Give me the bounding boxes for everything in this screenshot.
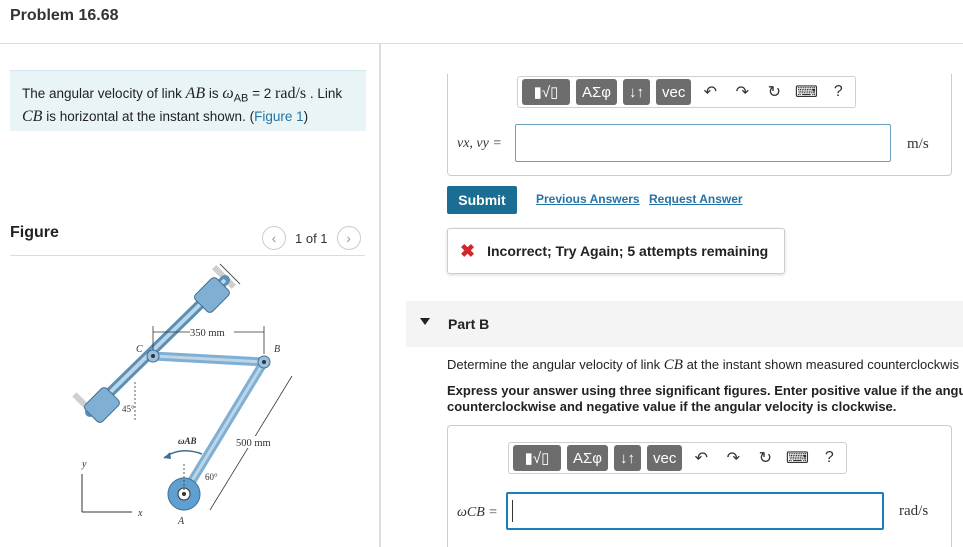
part-b-header[interactable]: Part B [406,301,963,347]
subscript-superscript-button[interactable]: ↓↑ [614,445,642,471]
part-b-question: Determine the angular velocity of link C… [447,357,959,373]
label-omega: ωAB [178,436,197,446]
part-b-variable-label: ωCB = [457,505,498,520]
submit-button[interactable]: Submit [447,186,517,214]
feedback-box: ✖ Incorrect; Try Again; 5 attempts remai… [447,228,785,274]
problem-statement: The angular velocity of link AB is ωAB =… [10,70,366,131]
arrows-updown-icon: ↓↑ [620,449,636,467]
undo-button[interactable]: ↶ [688,445,714,471]
dim-350-label: 350 mm [190,328,225,339]
problem-title: Problem 16.68 [10,7,119,24]
keyboard-icon: ⌨ [794,84,818,101]
dim-500-label: 500 mm [236,438,271,449]
keyboard-shortcuts-button[interactable]: ⌨ [793,79,819,105]
pane-divider[interactable] [379,44,381,547]
reset-icon: ↻ [767,84,782,101]
help-icon: ? [833,83,843,100]
undo-button[interactable]: ↶ [697,79,723,105]
link-ab-symbol: AB [185,85,206,102]
redo-button[interactable]: ↷ [720,445,746,471]
previous-answers-link[interactable]: Previous Answers [536,192,640,206]
redo-button[interactable]: ↷ [729,79,755,105]
label-a: A [177,516,185,527]
figure-heading: Figure [10,224,59,241]
reset-button[interactable]: ↻ [761,79,787,105]
redo-icon: ↷ [735,84,750,101]
axis-y-label: y [81,459,87,470]
title-bar: Problem 16.68 [0,0,963,44]
keyboard-shortcuts-button[interactable]: ⌨ [784,445,810,471]
templates-button[interactable]: ▮√▯ [522,79,570,105]
reset-icon: ↻ [758,450,773,467]
undo-icon: ↶ [694,450,709,467]
part-b-title: Part B [448,316,490,332]
prev-figure-button[interactable]: ‹ [262,226,286,250]
part-b-answer-input[interactable] [506,492,884,530]
redo-icon: ↷ [726,450,741,467]
greek-symbols-button[interactable]: ΑΣφ [576,79,618,105]
templates-button[interactable]: ▮√▯ [513,445,561,471]
templates-icon: ▮√▯ [524,450,550,467]
part-b-math-toolbar: ▮√▯ ΑΣφ ↓↑ vec ↶ ↷ ↻ ⌨ ? [508,442,848,474]
next-figure-button[interactable]: › [336,226,361,250]
subscript-superscript-button[interactable]: ↓↑ [623,79,651,105]
vector-button[interactable]: vec [647,445,683,471]
text-cursor [512,500,513,522]
figure-link[interactable]: Figure 1 [254,109,304,124]
help-button[interactable]: ? [816,445,842,471]
reset-button[interactable]: ↻ [752,445,778,471]
angle-45-label: 45° [122,404,135,414]
vector-button[interactable]: vec [656,79,692,105]
label-c: C [136,344,143,355]
label-b: B [274,344,280,355]
figure-divider [10,255,365,256]
feedback-message: Incorrect; Try Again; 5 attempts remaini… [487,243,769,259]
arrows-updown-icon: ↓↑ [629,83,645,101]
help-button[interactable]: ? [825,79,851,105]
part-b-unit: rad/s [899,503,929,519]
greek-symbols-button[interactable]: ΑΣφ [567,445,609,471]
keyboard-icon: ⌨ [785,450,809,467]
part-a-math-toolbar: ▮√▯ ΑΣφ ↓↑ vec ↶ ↷ ↻ ⌨ ? [517,76,857,108]
mechanism-figure: 350 mm 500 mm 45° 60° C B A ωAB y x [72,263,293,527]
part-a-unit: m/s [907,136,929,152]
error-x-icon: ✖ [460,240,476,261]
link-cb-symbol: CB [663,357,683,373]
link-cb-symbol: CB [22,107,43,125]
part-a-answer-input[interactable] [515,124,891,162]
templates-icon: ▮√▯ [533,84,559,101]
collapse-caret-icon[interactable] [420,318,430,325]
angle-60-label: 60° [205,472,218,482]
undo-icon: ↶ [703,84,718,101]
figure-pager: ‹ 1 of 1 › [262,226,361,250]
chevron-left-icon: ‹ [271,230,277,246]
figure-count: 1 of 1 [295,230,328,246]
axis-x-label: x [137,508,143,519]
help-icon: ? [824,449,834,466]
request-answer-link[interactable]: Request Answer [649,192,743,206]
part-a-variable-label: vx, vy = [457,136,502,151]
chevron-right-icon: › [346,230,351,246]
part-b-instructions: Express your answer using three signific… [447,383,963,414]
